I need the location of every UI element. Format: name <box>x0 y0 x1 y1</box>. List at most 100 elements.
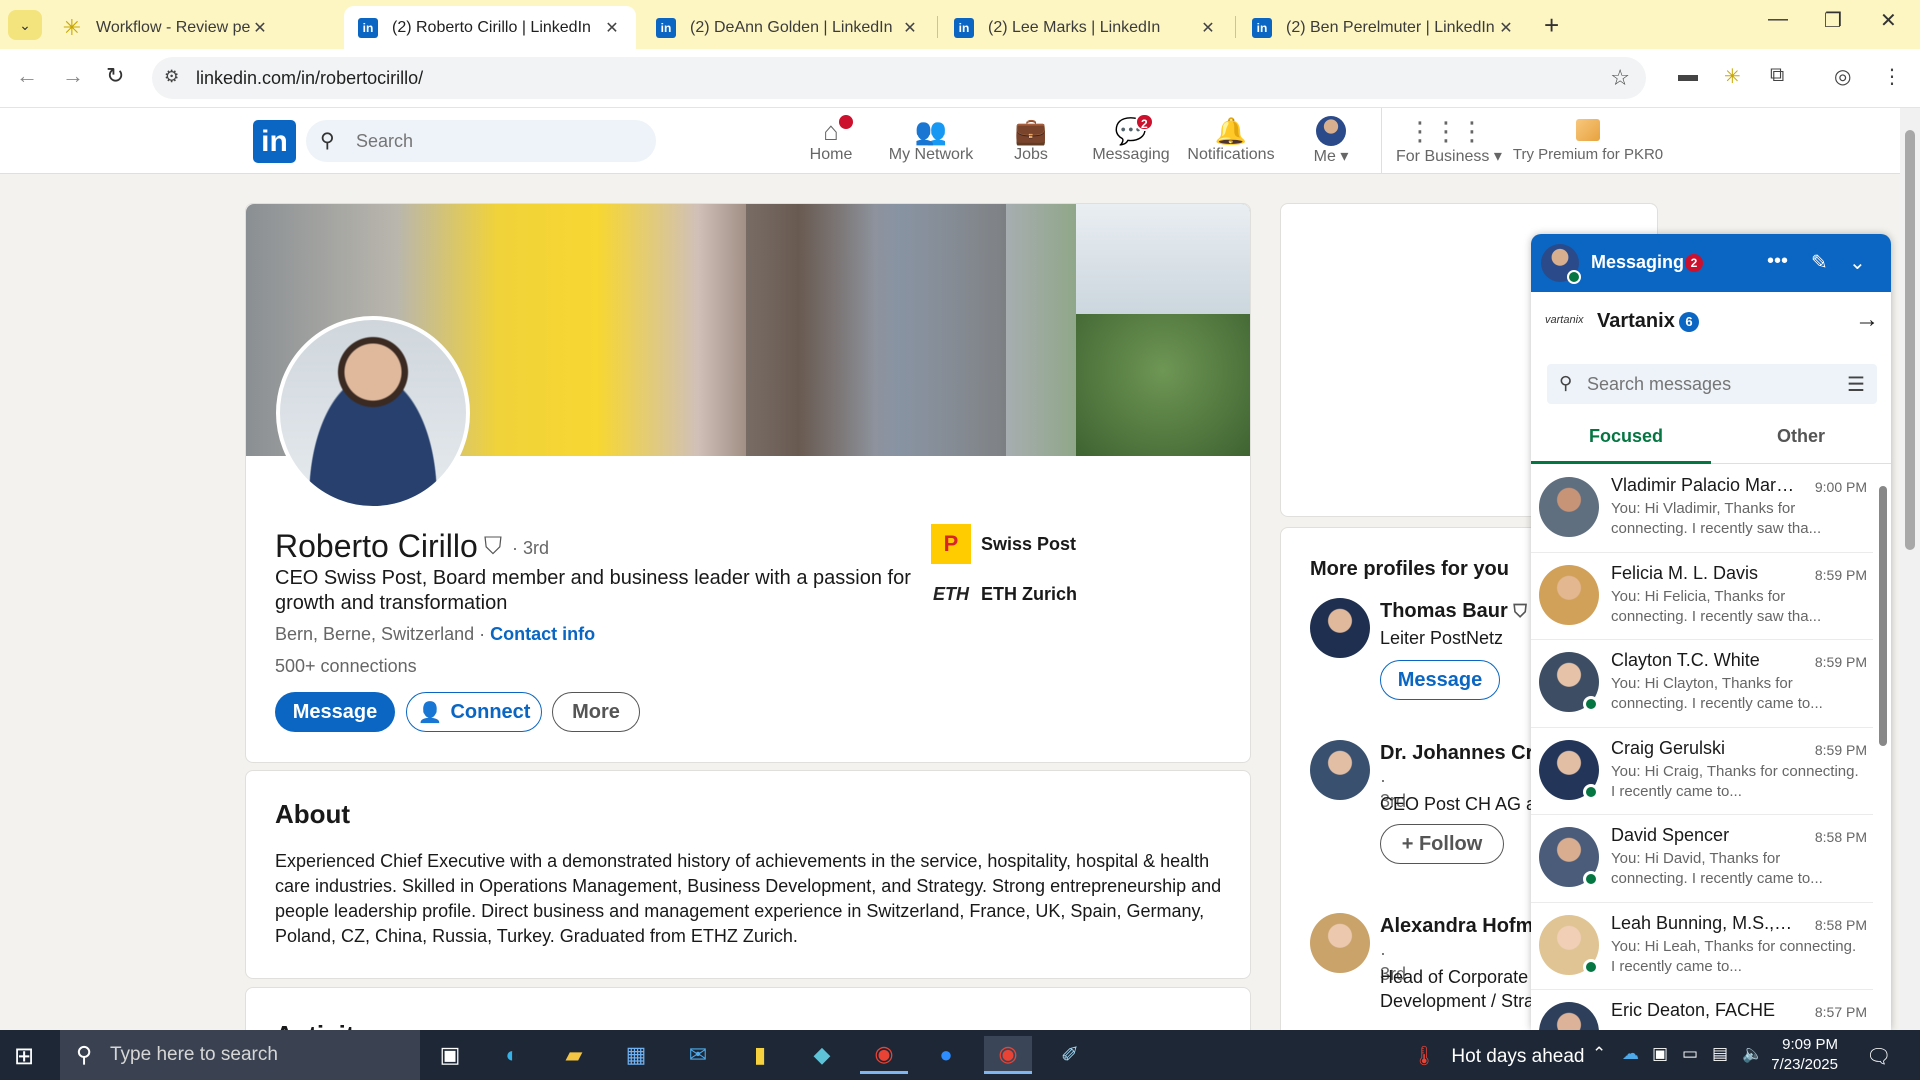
new-tab-button[interactable]: + <box>1544 10 1559 41</box>
bookmark-star-icon[interactable]: ☆ <box>1610 65 1630 91</box>
tab-roberto-cirillo[interactable]: in (2) Roberto Cirillo | LinkedIn ✕ <box>344 6 636 49</box>
messages-search[interactable]: ⚲ ☰ <box>1547 364 1877 404</box>
nav-messaging[interactable]: 💬 2 Messaging <box>1081 113 1181 164</box>
sparkle-extension-icon[interactable]: ✳ <box>1724 64 1741 89</box>
conversation-name: Craig Gerulski <box>1611 737 1726 758</box>
weather-widget[interactable]: 🌡 Hot days ahead <box>1412 1044 1585 1068</box>
notifications-center-icon[interactable]: 🗨 <box>1866 1044 1891 1069</box>
show-hidden-icons-icon[interactable]: ⌃ <box>1592 1044 1606 1064</box>
conversation-item[interactable]: Felicia M. L. Davis 8:59 PM You: Hi Feli… <box>1531 553 1873 640</box>
tab-title: (2) Roberto Cirillo | LinkedIn <box>392 18 591 36</box>
nav-my-network[interactable]: 👥 My Network <box>881 116 981 164</box>
chrome-icon[interactable]: ◉ <box>860 1036 908 1074</box>
close-tab-icon[interactable]: ✕ <box>250 18 270 38</box>
nav-for-business[interactable]: ⋮⋮⋮ For Business ▾ <box>1396 116 1502 166</box>
sticky-notes-icon[interactable]: ▮ <box>736 1036 784 1074</box>
browser-menu-icon[interactable]: ⋮ <box>1882 64 1902 89</box>
message-button[interactable]: Message <box>275 692 395 732</box>
file-explorer-icon[interactable]: ▰ <box>550 1036 598 1074</box>
tab-deann-golden[interactable]: in (2) DeAnn Golden | LinkedIn ✕ <box>642 6 934 49</box>
avatar[interactable] <box>1310 598 1370 658</box>
chrome-active-icon[interactable]: ◉ <box>984 1036 1032 1074</box>
conversation-time: 8:58 PM <box>1814 829 1867 845</box>
network-icon[interactable]: ▤ <box>1712 1044 1728 1064</box>
tab-search-menu-button[interactable]: ⌄ <box>8 10 42 40</box>
minimize-icon[interactable]: — <box>1768 8 1788 31</box>
tab-lee-marks[interactable]: in (2) Lee Marks | LinkedIn ✕ <box>940 6 1232 49</box>
message-button[interactable]: Message <box>1380 660 1500 700</box>
extensions-puzzle-icon[interactable]: ⧉ <box>1770 64 1784 87</box>
messaging-org-switcher[interactable]: vartanix Vartanix 6 → <box>1531 292 1891 350</box>
messaging-icon: 💬 2 <box>1081 113 1181 146</box>
forward-icon[interactable]: → <box>62 63 84 89</box>
page-scrollbar[interactable] <box>1900 108 1920 1030</box>
conversation-item[interactable]: Vladimir Palacio Marti... 9:00 PM You: H… <box>1531 465 1873 553</box>
task-view-icon[interactable]: ▣ <box>426 1036 474 1074</box>
messaging-tabs: Focused Other <box>1531 412 1891 464</box>
more-options-icon[interactable]: ••• <box>1767 250 1788 273</box>
back-icon[interactable]: ← <box>16 63 38 89</box>
conversation-item[interactable]: Leah Bunning, M.S., N... 8:58 PM You: Hi… <box>1531 903 1873 990</box>
close-window-icon[interactable]: ✕ <box>1880 8 1897 33</box>
filter-icon[interactable]: ☰ <box>1847 372 1865 397</box>
more-button[interactable]: More <box>552 692 640 732</box>
edge-icon[interactable]: ◐ <box>488 1036 536 1074</box>
linkedin-icon: in <box>656 17 676 38</box>
contact-info-link[interactable]: Contact info <box>490 624 595 644</box>
address-bar[interactable]: ⚙ linkedin.com/in/robertocirillo/ ☆ <box>152 57 1646 99</box>
conversation-item[interactable]: Eric Deaton, FACHE 8:57 PM <box>1531 990 1873 1030</box>
mail-icon[interactable]: ✉ <box>674 1036 722 1074</box>
messaging-header[interactable]: Messaging 2 ••• ✎ ⌄ <box>1531 234 1891 292</box>
close-tab-icon[interactable]: ✕ <box>602 18 622 38</box>
taskbar-search[interactable]: ⚲ Type here to search <box>60 1030 420 1080</box>
app-pen-icon[interactable]: ✐ <box>1046 1036 1094 1074</box>
reload-icon[interactable]: ↻ <box>106 63 124 89</box>
linkedin-icon: in <box>954 17 974 38</box>
org-eth-zurich[interactable]: ETH ETH Zurich <box>931 574 1077 614</box>
meet-now-icon[interactable]: ▣ <box>1652 1044 1668 1064</box>
avatar[interactable] <box>1310 913 1370 973</box>
nav-me[interactable]: Me ▾ <box>1281 116 1381 166</box>
system-clock[interactable]: 9:09 PM 7/23/2025 <box>1758 1035 1838 1075</box>
nav-notifications[interactable]: 🔔 Notifications <box>1181 116 1281 164</box>
global-search[interactable]: ⚲ <box>306 120 656 162</box>
site-settings-icon[interactable]: ⚙ <box>164 67 179 87</box>
restore-icon[interactable]: ❐ <box>1824 8 1842 33</box>
battery-icon[interactable]: ▭ <box>1682 1044 1698 1064</box>
scrollbar-thumb[interactable] <box>1879 486 1887 746</box>
verified-shield-icon[interactable]: ⛉ <box>484 533 502 561</box>
conversation-item[interactable]: David Spencer 8:58 PM You: Hi David, Tha… <box>1531 815 1873 903</box>
global-search-input[interactable] <box>356 128 636 154</box>
scrollbar-thumb[interactable] <box>1905 130 1915 550</box>
tab-focused[interactable]: Focused <box>1589 426 1663 447</box>
compose-icon[interactable]: ✎ <box>1811 250 1828 275</box>
tab-workflow[interactable]: ✳ Workflow - Review pending approvals ✕ <box>48 6 284 49</box>
store-icon[interactable]: ▦ <box>612 1036 660 1074</box>
profile-photo[interactable] <box>276 316 470 510</box>
profile-icon[interactable]: ◎ <box>1834 64 1851 89</box>
search-messages-input[interactable] <box>1587 373 1827 395</box>
org-swiss-post[interactable]: P Swiss Post <box>931 524 1076 564</box>
onedrive-icon[interactable]: ☁ <box>1622 1044 1639 1064</box>
connect-button[interactable]: 👤 Connect <box>406 692 542 732</box>
close-tab-icon[interactable]: ✕ <box>900 18 920 38</box>
app-diamond-icon[interactable]: ◆ <box>798 1036 846 1074</box>
chevron-down-icon[interactable]: ⌄ <box>1849 250 1866 275</box>
conversation-scrollbar[interactable] <box>1873 474 1891 1030</box>
tab-ben-perelmuter[interactable]: in (2) Ben Perelmuter | LinkedIn ✕ <box>1238 6 1530 49</box>
wallet-extension-icon[interactable]: ▬ <box>1678 64 1698 87</box>
follow-button[interactable]: + Follow <box>1380 824 1504 864</box>
conversation-item[interactable]: Clayton T.C. White 8:59 PM You: Hi Clayt… <box>1531 640 1873 728</box>
zoom-icon[interactable]: ● <box>922 1036 970 1074</box>
nav-jobs[interactable]: 💼 Jobs <box>981 116 1081 164</box>
close-tab-icon[interactable]: ✕ <box>1496 18 1516 38</box>
windows-start-icon[interactable]: ⊞ <box>14 1042 34 1071</box>
avatar[interactable] <box>1310 740 1370 800</box>
linkedin-logo-icon[interactable]: in <box>253 120 296 163</box>
conversation-item[interactable]: Craig Gerulski 8:59 PM You: Hi Craig, Th… <box>1531 728 1873 815</box>
tab-other[interactable]: Other <box>1777 426 1825 447</box>
nav-try-premium[interactable]: Try Premium for PKR0 <box>1508 116 1668 163</box>
arrow-right-icon[interactable]: → <box>1855 306 1879 334</box>
nav-home[interactable]: ⌂ Home <box>781 113 881 164</box>
close-tab-icon[interactable]: ✕ <box>1198 18 1218 38</box>
